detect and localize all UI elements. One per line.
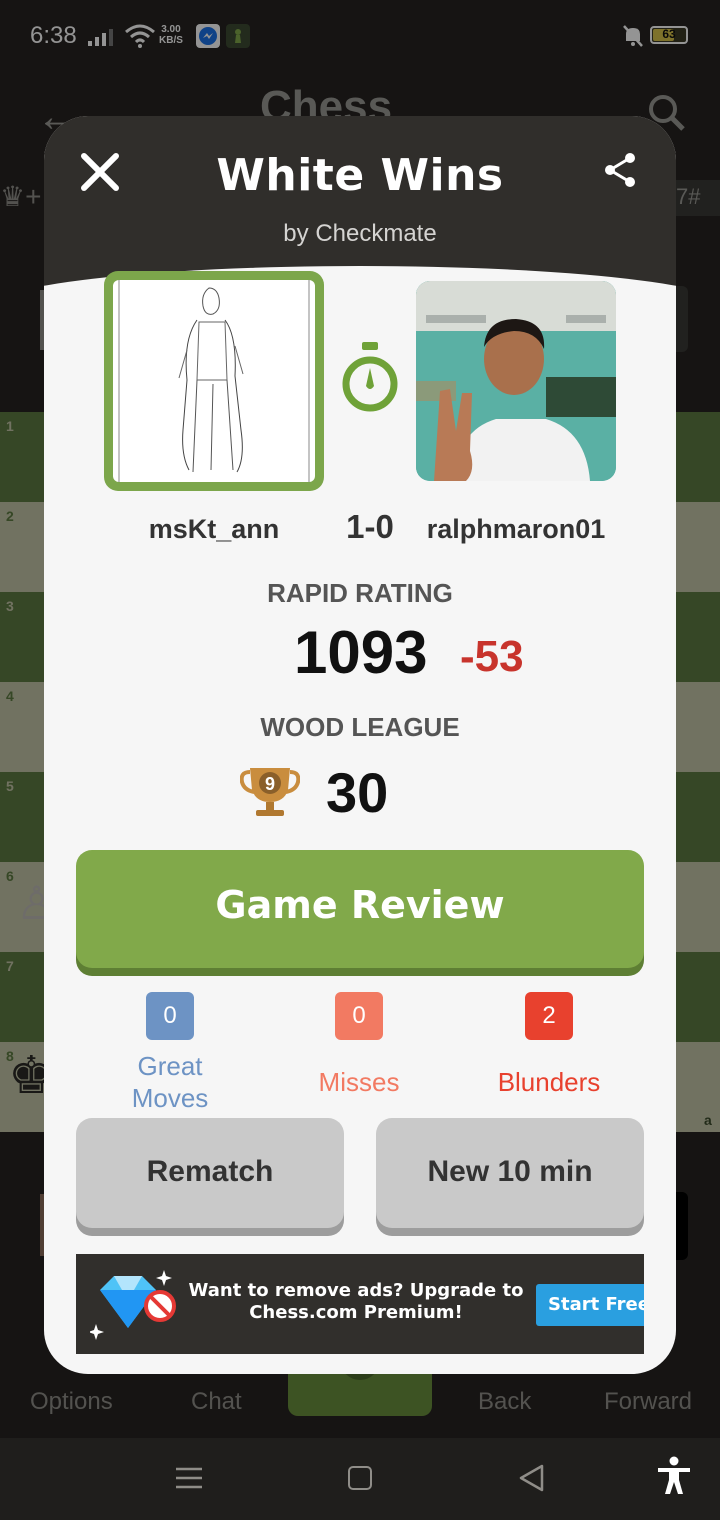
sketch-avatar-image xyxy=(113,280,315,482)
white-player-avatar[interactable] xyxy=(104,271,324,491)
misses-label: Misses xyxy=(318,1067,400,1097)
league-trophy-icon[interactable]: 9 xyxy=(239,764,301,823)
new-game-button[interactable]: New 10 min xyxy=(376,1118,644,1228)
back-triangle-icon[interactable] xyxy=(518,1464,544,1497)
rating-value: 1093 xyxy=(294,619,428,686)
share-icon[interactable] xyxy=(602,152,638,188)
great-moves-label-line1: Great xyxy=(137,1051,203,1081)
recent-apps-icon[interactable] xyxy=(176,1466,202,1495)
great-moves-count: 0 xyxy=(146,992,194,1040)
result-reason: by Checkmate xyxy=(283,220,437,247)
game-over-modal: White Wins by Checkmate msKt_ann 1-0 ral… xyxy=(44,116,676,1374)
ad-start-free-button[interactable]: Start Free xyxy=(536,1284,644,1326)
rating-row: 1093 -53 xyxy=(44,618,676,688)
stopwatch-icon xyxy=(338,342,402,419)
stat-blunders[interactable]: 2 Blunders xyxy=(459,992,639,1098)
result-title: White Wins xyxy=(216,150,504,201)
stat-great-moves[interactable]: 0 Great Moves xyxy=(80,992,260,1114)
ad-banner[interactable]: Want to remove ads? Upgrade to Chess.com… xyxy=(76,1254,644,1354)
misses-count: 0 xyxy=(335,992,383,1040)
screen: 6:38 3.00 KB/S 63 ← Chess xyxy=(0,0,720,1520)
great-moves-label-line2: Moves xyxy=(131,1083,209,1113)
accessibility-icon[interactable] xyxy=(656,1456,692,1501)
rating-change: -53 xyxy=(460,632,524,681)
blunders-label: Blunders xyxy=(497,1067,601,1097)
rematch-button[interactable]: Rematch xyxy=(76,1118,344,1228)
league-label: WOOD LEAGUE xyxy=(260,712,460,742)
blunders-count: 2 xyxy=(525,992,573,1040)
diamond-icon xyxy=(88,1268,186,1345)
game-review-button[interactable]: Game Review xyxy=(76,850,644,968)
trophy-rank: 9 xyxy=(265,774,275,794)
black-player-name[interactable]: ralphmaron01 xyxy=(416,514,616,545)
home-icon[interactable] xyxy=(348,1466,372,1490)
game-score: 1-0 xyxy=(346,508,394,545)
system-nav-bar xyxy=(0,1438,720,1520)
black-player-avatar[interactable] xyxy=(416,281,616,481)
rating-label: RAPID RATING xyxy=(267,578,453,608)
great-moves-label: Great Moves xyxy=(80,1050,260,1114)
stat-misses[interactable]: 0 Misses xyxy=(269,992,449,1098)
white-player-name[interactable]: msKt_ann xyxy=(104,514,324,545)
league-value: 30 xyxy=(326,761,389,824)
ad-text: Want to remove ads? Upgrade to Chess.com… xyxy=(188,1280,524,1323)
photo-avatar-image xyxy=(416,281,616,481)
